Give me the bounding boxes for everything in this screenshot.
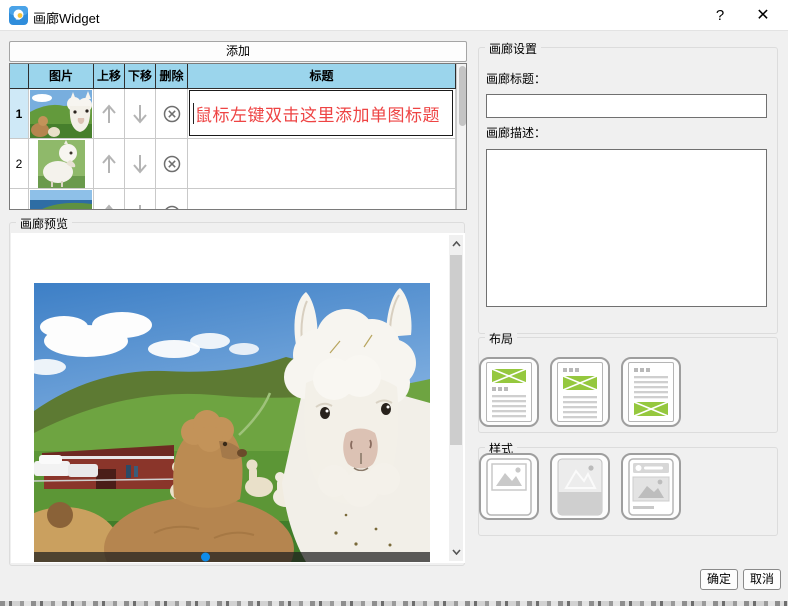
close-button[interactable]: ✕ xyxy=(748,5,778,27)
text-cursor xyxy=(193,103,194,124)
bottom-edge-artifact xyxy=(0,601,788,606)
table-scrollbar-thumb[interactable] xyxy=(459,66,466,126)
row-image-cell[interactable] xyxy=(29,139,94,189)
white-alpaca xyxy=(282,288,430,562)
row-index-cell[interactable]: 2 xyxy=(10,139,29,189)
title-editor[interactable]: 鼠标左键双击这里添加单图标题 xyxy=(189,90,453,136)
style-option-post[interactable] xyxy=(621,453,681,520)
row-index-cell[interactable]: 3 xyxy=(10,189,29,210)
window-title: 画廊Widget xyxy=(33,8,99,27)
chevron-up-icon xyxy=(452,241,461,247)
delete-button[interactable] xyxy=(156,89,188,139)
title-placeholder-text: 鼠标左键双击这里添加单图标题 xyxy=(195,101,440,126)
preview-panel xyxy=(11,233,465,563)
column-header-delete: 删除 xyxy=(156,64,188,89)
style-card-icon xyxy=(486,458,532,516)
move-up-button[interactable] xyxy=(94,189,125,210)
gallery-table: 图片 上移 下移 删除 标题 1 xyxy=(9,63,467,210)
style-filled-icon xyxy=(557,458,603,516)
style-option-card[interactable] xyxy=(479,453,539,520)
arrow-down-icon xyxy=(125,89,155,138)
table-scrollbar[interactable] xyxy=(456,64,467,209)
row-thumbnail[interactable] xyxy=(30,190,92,210)
delete-button[interactable] xyxy=(156,139,188,189)
delete-button[interactable] xyxy=(156,189,188,210)
chevron-down-icon xyxy=(452,549,461,555)
move-up-button[interactable] xyxy=(94,89,125,139)
arrow-down-icon xyxy=(125,189,155,210)
arrow-down-icon xyxy=(125,139,155,188)
gallery-title-label: 画廊标题： xyxy=(486,70,546,87)
window-titlebar: 画廊Widget ? ✕ xyxy=(0,0,788,31)
move-up-button[interactable] xyxy=(94,139,125,189)
row-thumbnail[interactable] xyxy=(30,90,92,138)
scroll-down-button[interactable] xyxy=(451,547,461,557)
add-button[interactable]: 添加 xyxy=(9,41,467,62)
title-cell[interactable] xyxy=(188,139,456,189)
column-header-image: 图片 xyxy=(29,64,94,89)
gallery-description-label: 画廊描述： xyxy=(486,124,546,141)
column-header-move-up: 上移 xyxy=(94,64,125,89)
arrow-up-icon xyxy=(94,89,124,138)
layout-image-top-icon xyxy=(489,365,529,419)
preview-groupbox: 画廊预览 xyxy=(9,222,465,566)
title-cell[interactable] xyxy=(188,189,456,210)
scroll-up-button[interactable] xyxy=(451,239,461,249)
column-header-index xyxy=(10,64,29,89)
settings-groupbox: 画廊设置 画廊标题： 画廊描述： xyxy=(478,47,778,334)
settings-group-label: 画廊设置 xyxy=(485,40,541,57)
gallery-description-textarea[interactable] xyxy=(486,149,767,307)
delete-icon xyxy=(156,139,187,188)
arrow-up-icon xyxy=(94,189,124,210)
preview-group-label: 画廊预览 xyxy=(16,215,72,232)
preview-scrollbar[interactable] xyxy=(449,235,463,561)
pagination-dot[interactable] xyxy=(201,553,210,562)
title-cell[interactable]: 鼠标左键双击这里添加单图标题 xyxy=(188,89,456,139)
preview-scrollbar-thumb[interactable] xyxy=(450,255,462,445)
cancel-button[interactable]: 取消 xyxy=(743,569,781,590)
layout-option-image-middle[interactable] xyxy=(550,357,610,427)
pagination-bar xyxy=(34,552,430,562)
delete-icon xyxy=(156,189,187,210)
help-button[interactable]: ? xyxy=(705,5,735,27)
layout-image-middle-icon xyxy=(560,365,600,419)
style-groupbox: 样式 xyxy=(478,447,778,536)
move-down-button[interactable] xyxy=(125,89,156,139)
row-index-cell[interactable]: 1 xyxy=(10,89,29,139)
arrow-up-icon xyxy=(94,139,124,188)
layout-group-label: 布局 xyxy=(485,330,517,347)
preview-photo xyxy=(34,283,430,562)
app-icon xyxy=(9,6,28,25)
layout-groupbox: 布局 xyxy=(478,337,778,433)
row-image-cell[interactable] xyxy=(29,89,94,139)
style-option-filled[interactable] xyxy=(550,453,610,520)
layout-image-bottom-icon xyxy=(631,365,671,419)
delete-icon xyxy=(156,89,187,138)
row-image-cell[interactable] xyxy=(29,189,94,210)
layout-option-image-bottom[interactable] xyxy=(621,357,681,427)
move-down-button[interactable] xyxy=(125,189,156,210)
ok-button[interactable]: 确定 xyxy=(700,569,738,590)
move-down-button[interactable] xyxy=(125,139,156,189)
column-header-move-down: 下移 xyxy=(125,64,156,89)
gallery-widget-dialog: 画廊Widget ? ✕ 添加 图片 上移 下移 删除 标题 1 xyxy=(0,0,788,606)
style-post-icon xyxy=(628,458,674,516)
row-thumbnail[interactable] xyxy=(38,140,85,188)
layout-option-image-top[interactable] xyxy=(479,357,539,427)
gallery-title-input[interactable] xyxy=(486,94,767,118)
column-header-title: 标题 xyxy=(188,64,456,89)
